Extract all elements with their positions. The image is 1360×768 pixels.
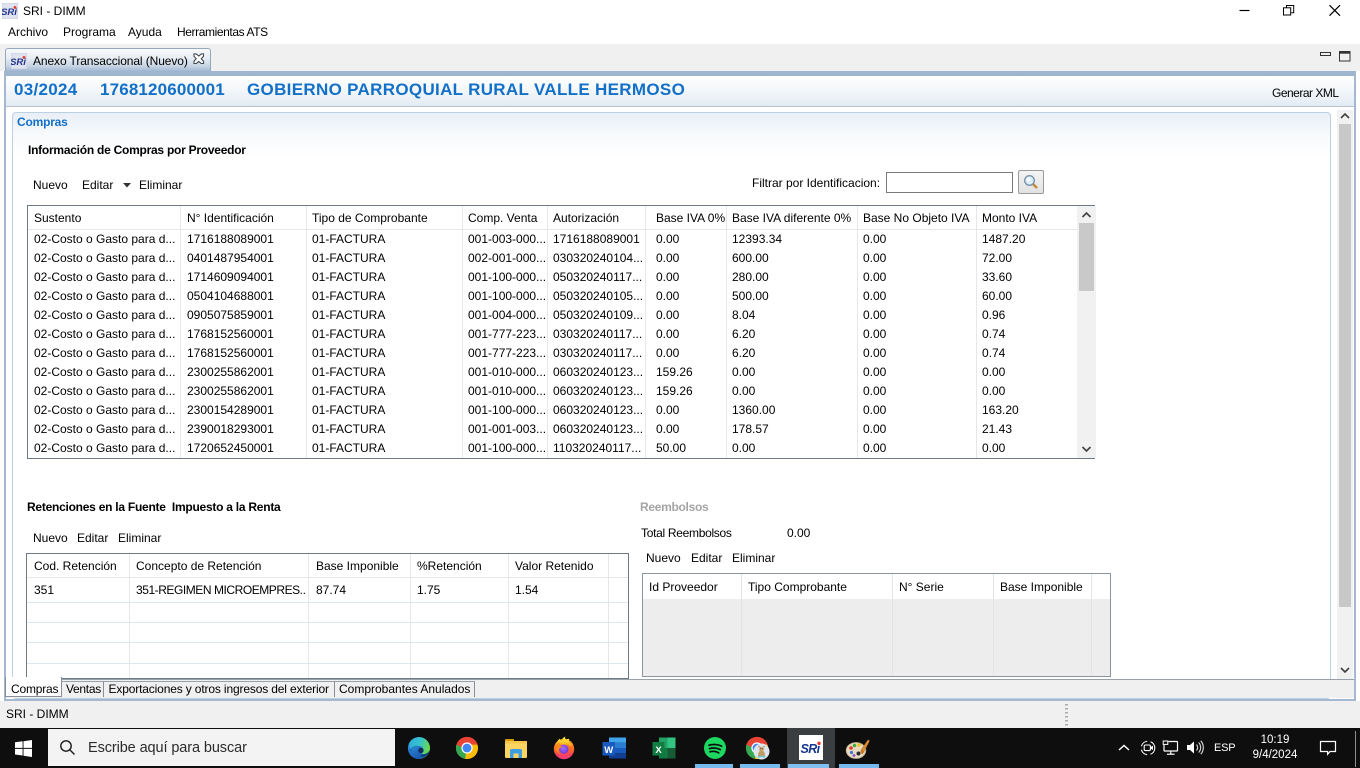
svg-text:X: X — [655, 745, 662, 756]
svg-text:W: W — [604, 745, 613, 756]
